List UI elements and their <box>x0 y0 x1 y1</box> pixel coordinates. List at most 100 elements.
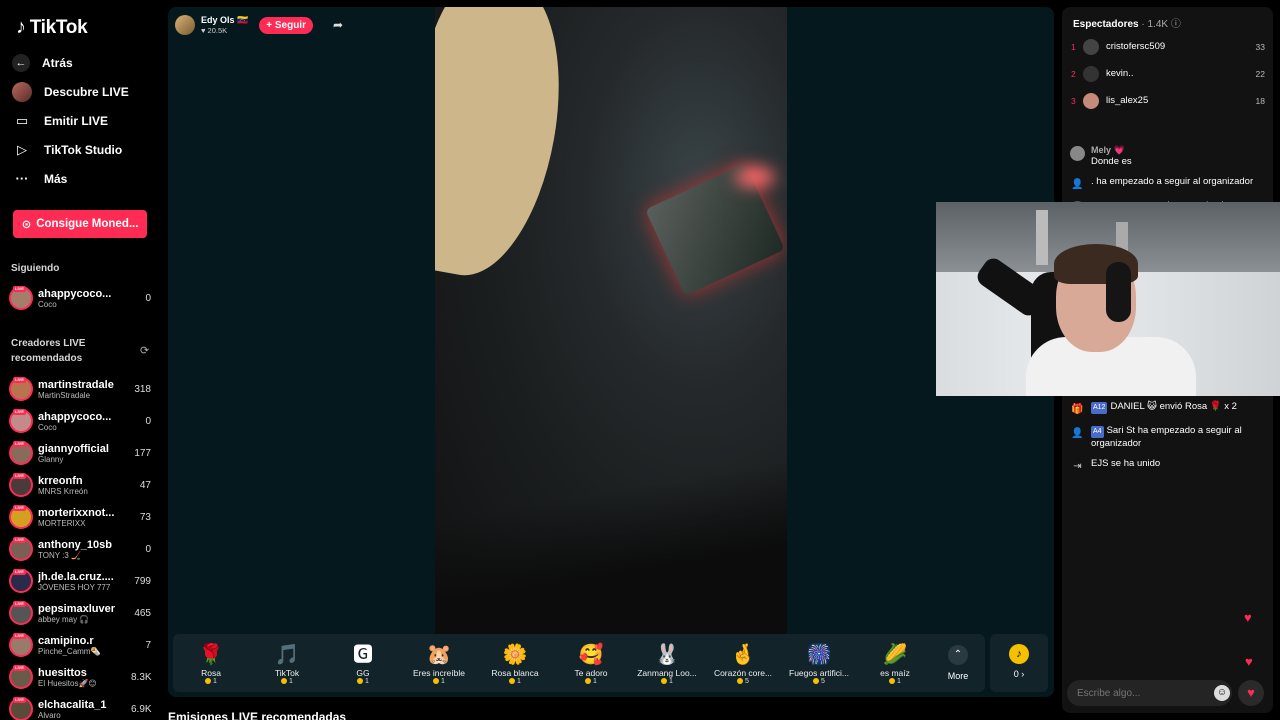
creator-row[interactable]: LIVE ahappycoco... Coco 0 <box>9 282 151 314</box>
gift-price: 1 <box>629 678 705 685</box>
top-viewer-row[interactable]: 2 kevin.. 22 <box>1071 60 1265 87</box>
live-badge: LIVE <box>13 409 26 415</box>
creator-avatar: LIVE <box>9 601 33 625</box>
chat-message[interactable]: Mely 💗Donde es <box>1070 145 1268 168</box>
nav-more[interactable]: ··· Más <box>12 164 152 193</box>
creator-info: giannyofficial Glanny <box>38 443 127 464</box>
chat-message[interactable]: 👤 . ha empezado a seguir al organizador <box>1070 176 1268 192</box>
creator-avatar: LIVE <box>9 633 33 657</box>
level-badge: A12 <box>1091 402 1108 414</box>
gift-price-value: 1 <box>289 677 293 685</box>
creator-row[interactable]: LIVE pepsimaxluver abbey may 🎧 465 <box>9 597 151 629</box>
creator-avatar: LIVE <box>9 409 33 433</box>
viewer-name: lis_alex25 <box>1106 95 1149 106</box>
live-video[interactable] <box>435 7 787 634</box>
live-badge: LIVE <box>13 569 26 575</box>
creator-row[interactable]: LIVE martinstradale MartinStradale 318 <box>9 373 151 405</box>
chat-text-content: EJS se ha unido <box>1091 458 1161 469</box>
creator-name: ahappycoco... <box>38 287 112 300</box>
gift-item[interactable]: 🐰 Zanmang Loo... 1 <box>629 642 705 685</box>
nav-go-live[interactable]: ▭ Emitir LIVE <box>12 106 152 135</box>
gift-icon: 🐰 <box>654 643 680 666</box>
gift-icon: 🤞 <box>730 643 756 666</box>
creator-row[interactable]: LIVE krreonfn MNRS Krreón 47 <box>9 469 151 501</box>
nav-discover-live[interactable]: Descubre LIVE <box>12 77 152 106</box>
tiktok-logo[interactable]: ♪ TikTok <box>16 16 88 39</box>
video-taillight-glow <box>735 167 775 187</box>
creator-info: martinstradale MartinStradale <box>38 379 127 400</box>
live-player[interactable]: Edy Ols 🇻🇪 ♥ 20.5K + Seguir ➦ 🌹 Rosa 1 🎵 Tik… <box>168 7 1054 697</box>
host-bar: Edy Ols 🇻🇪 ♥ 20.5K + Seguir ➦ <box>175 15 343 35</box>
system-event-icon: 👤 <box>1071 428 1084 439</box>
host-name[interactable]: Edy Ols 🇻🇪 <box>201 15 248 26</box>
host-likes: ♥ 20.5K <box>201 26 228 35</box>
recommended-title-line-1: Creadores LIVE <box>11 338 86 349</box>
gift-item[interactable]: 🎵 TikTok 1 <box>249 642 325 685</box>
creator-row[interactable]: LIVE ahappycoco... Coco 0 <box>9 405 151 437</box>
coin-icon: ⊙ <box>21 219 32 231</box>
creator-name: giannyofficial <box>38 442 109 455</box>
gift-item[interactable]: 🌹 Rosa 1 <box>173 642 249 685</box>
gift-price-value: 5 <box>821 677 825 685</box>
gift-item[interactable]: 🎆 Fuegos artifici... 5 <box>781 642 857 685</box>
gift-name: Eres increíble <box>413 667 465 678</box>
sidebar: ♪ TikTok ← Atrás Descubre LIVE ▭ Emitir … <box>0 0 160 720</box>
get-coins-button[interactable]: ⊙ Consigue Moned... <box>13 210 147 238</box>
creator-row[interactable]: LIVE camipino.r Pinche_Camm🌯 7 <box>9 629 151 661</box>
like-heart-button[interactable]: ♥ <box>1238 680 1264 706</box>
gift-item[interactable]: 🅶 GG 1 <box>325 642 401 685</box>
creator-row[interactable]: LIVE giannyofficial Glanny 177 <box>9 437 151 469</box>
chat-input[interactable] <box>1067 680 1232 706</box>
host-info: Edy Ols 🇻🇪 ♥ 20.5K <box>201 15 248 35</box>
gift-price-value: 1 <box>897 677 901 685</box>
follow-button[interactable]: + Seguir <box>259 16 313 34</box>
gift-item[interactable]: 🌼 Rosa blanca 1 <box>477 642 553 685</box>
gift-price: 5 <box>781 678 857 685</box>
emoji-icon[interactable]: ☺ <box>1214 685 1230 701</box>
top-viewer-row[interactable]: 1 cristofersc509 33 <box>1071 33 1265 60</box>
top-viewer-row[interactable]: 3 lis_alex25 18 <box>1071 87 1265 114</box>
creator-viewer-count: 177 <box>134 447 151 459</box>
viewers-header[interactable]: Espectadores · 1.4K ⓘ <box>1073 15 1181 30</box>
viewer-score: 33 <box>1255 41 1265 52</box>
creator-viewer-count: 799 <box>134 575 151 587</box>
gift-item[interactable]: 🤞 Corazón core... 5 <box>705 642 781 685</box>
gift-price-value: 1 <box>593 677 597 685</box>
creator-info: camipino.r Pinche_Camm🌯 <box>38 635 127 656</box>
creator-avatar: LIVE <box>9 665 33 689</box>
chat-text: Donde es <box>1091 156 1132 168</box>
creator-row[interactable]: LIVE jh.de.la.cruz.... JÓVENES HOY 777 799 <box>9 565 151 597</box>
info-icon[interactable]: ⓘ <box>1171 19 1181 30</box>
creator-row[interactable]: LIVE morterixxnot... MORTERIXX 73 <box>9 501 151 533</box>
chat-message[interactable]: ⇥ EJS se ha unido <box>1070 458 1268 474</box>
nav-studio[interactable]: ▷ TikTok Studio <box>12 135 152 164</box>
more-gifts-button[interactable]: ⌃ More <box>933 645 983 681</box>
nav-back[interactable]: ← Atrás <box>12 48 152 77</box>
creator-avatar: LIVE <box>9 537 33 561</box>
cam-headphones <box>1106 262 1131 322</box>
creator-viewer-count: 7 <box>145 639 151 651</box>
chat-message[interactable]: 🎁 A12 DANIEL 😺 envió Rosa 🌹 x 2 <box>1070 401 1268 417</box>
creator-name: jh.de.la.cruz.... <box>38 570 114 583</box>
creator-info: huesittos El Huesitos🚀😊 <box>38 667 127 688</box>
coin-icon <box>281 677 288 684</box>
gift-name: Corazón core... <box>713 667 773 678</box>
refresh-icon[interactable]: ⟳ <box>140 344 149 357</box>
chat-input-row: ☺ ♥ <box>1067 680 1268 706</box>
gift-item[interactable]: 🐹 Eres increíble 1 <box>401 642 477 685</box>
creator-row[interactable]: LIVE elchacalita_1 Alvaro 6.9K <box>9 693 152 720</box>
gift-item[interactable]: 🥰 Te adoro 1 <box>553 642 629 685</box>
chat-message-body: A4 Sari St ha empezado a seguir al organi… <box>1091 425 1268 450</box>
nav-studio-label: TikTok Studio <box>44 142 123 157</box>
coins-balance-button[interactable]: ♪ 0 › <box>990 634 1048 692</box>
creator-row[interactable]: LIVE anthony_10sb TONY :3 🏒 0 <box>9 533 151 565</box>
creator-row[interactable]: LIVE huesittos El Huesitos🚀😊 8.3K <box>9 661 152 693</box>
share-icon[interactable]: ➦ <box>333 18 343 32</box>
host-avatar[interactable] <box>175 15 195 35</box>
chat-text-content: Sari St ha empezado a seguir al organiza… <box>1091 425 1242 449</box>
live-badge: LIVE <box>13 697 26 703</box>
chat-message[interactable]: 👤 A4 Sari St ha empezado a seguir al organ… <box>1070 425 1268 450</box>
gift-item[interactable]: 🌽 es maíz 1 <box>857 642 933 685</box>
gift-name: Rosa blanca <box>491 667 539 678</box>
creator-viewer-count: 465 <box>134 607 151 619</box>
